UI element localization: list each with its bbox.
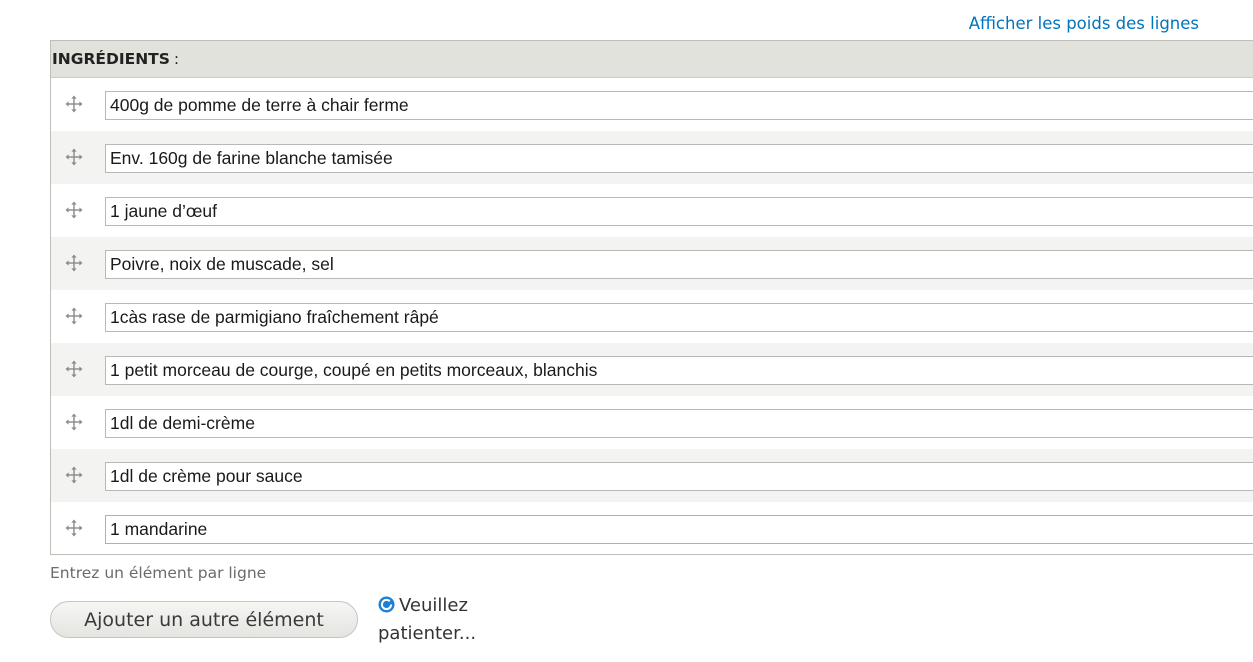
- ingredient-input[interactable]: [105, 303, 1253, 332]
- add-another-item-button[interactable]: Ajouter un autre élément: [50, 601, 358, 638]
- ingredient-row: [51, 237, 1253, 290]
- ingredient-input[interactable]: [105, 462, 1253, 491]
- ingredients-field-widget: Afficher les poids des lignes INGRÉDIENT…: [0, 0, 1253, 662]
- drag-handle-icon[interactable]: [65, 413, 83, 431]
- ingredient-row: [51, 396, 1253, 449]
- help-text: Entrez un élément par ligne: [50, 564, 267, 582]
- loading-text-line1: Veuillez: [399, 595, 468, 616]
- ingredient-input[interactable]: [105, 356, 1253, 385]
- ingredient-row: [51, 343, 1253, 396]
- ingredient-row: [51, 131, 1253, 184]
- loading-text-line2: patienter...: [378, 623, 477, 644]
- loading-indicator: Veuillez patienter...: [378, 592, 498, 648]
- drag-handle-icon[interactable]: [65, 148, 83, 166]
- ingredient-row: [51, 78, 1253, 131]
- ingredient-row: [51, 184, 1253, 237]
- ingredient-input[interactable]: [105, 515, 1253, 544]
- ingredient-input[interactable]: [105, 250, 1253, 279]
- ingredient-input[interactable]: [105, 409, 1253, 438]
- drag-handle-icon[interactable]: [65, 360, 83, 378]
- drag-handle-icon[interactable]: [65, 466, 83, 484]
- spinner-icon: [378, 594, 395, 613]
- ingredient-rows: [51, 78, 1253, 554]
- drag-handle-icon[interactable]: [65, 201, 83, 219]
- table-title: INGRÉDIENTS: [52, 50, 170, 68]
- ingredient-input[interactable]: [105, 91, 1253, 120]
- table-header: INGRÉDIENTS :: [51, 41, 1253, 78]
- ingredient-row: [51, 290, 1253, 343]
- table-title-colon: :: [173, 50, 180, 68]
- ingredient-row: [51, 502, 1253, 554]
- drag-handle-icon[interactable]: [65, 254, 83, 272]
- ingredient-input[interactable]: [105, 197, 1253, 226]
- drag-handle-icon[interactable]: [65, 519, 83, 537]
- ingredient-row: [51, 449, 1253, 502]
- drag-handle-icon[interactable]: [65, 95, 83, 113]
- ingredients-table: INGRÉDIENTS :: [50, 40, 1253, 555]
- drag-handle-icon[interactable]: [65, 307, 83, 325]
- ingredient-input[interactable]: [105, 144, 1253, 173]
- show-row-weights-link[interactable]: Afficher les poids des lignes: [969, 14, 1199, 33]
